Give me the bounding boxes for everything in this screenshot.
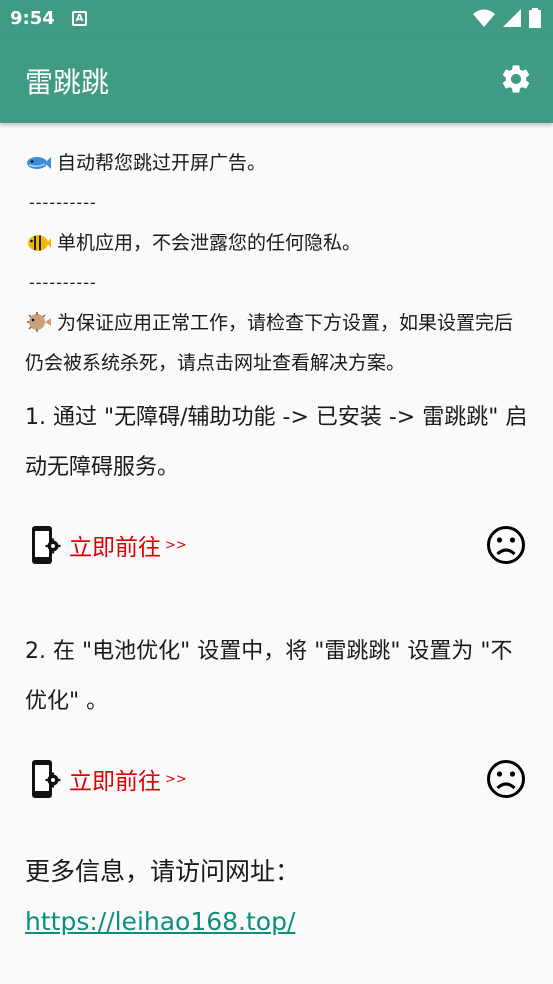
- step-1-text: 1. 通过 "无障碍/辅助功能 -> 已安装 -> 雷跳跳" 启动无障碍服务。: [25, 405, 528, 480]
- go-now-link-1[interactable]: 立即前往: [69, 528, 161, 562]
- step-2-text: 2. 在 "电池优化" 设置中，将 "雷跳跳" 设置为 "不优化" 。: [25, 639, 513, 714]
- status-time: 9:54: [10, 8, 55, 29]
- sad-face-icon: [487, 760, 525, 798]
- divider-2: ----------: [29, 273, 97, 292]
- app-title: 雷跳跳: [25, 66, 110, 99]
- signal-icon: [503, 9, 521, 27]
- intro-text-3: 为保证应用正常工作，请检查下方设置，如果设置完后仍会被系统杀死，请点击网址查看解…: [25, 312, 514, 374]
- wifi-icon: [473, 9, 495, 27]
- gear-icon[interactable]: [499, 62, 533, 96]
- intro-line-2: 单机应用，不会泄露您的任何隐私。: [25, 223, 530, 263]
- battery-icon: [529, 8, 541, 28]
- tropical-fish-icon: [28, 235, 51, 251]
- step-1-action-row[interactable]: 立即前往 >>: [25, 515, 530, 575]
- website-link[interactable]: https://leihao168.top/: [25, 897, 295, 947]
- step-2-action-row[interactable]: 立即前往 >>: [25, 749, 530, 809]
- go-arrow-2: >>: [165, 771, 187, 787]
- divider-1: ----------: [29, 193, 97, 212]
- status-bar: 9:54 A: [0, 0, 553, 38]
- intro-text-2: 单机应用，不会泄露您的任何隐私。: [57, 232, 362, 254]
- blowfish-icon: [27, 312, 51, 332]
- intro-line-1: 自动帮您跳过开屏广告。: [25, 143, 530, 183]
- phone-settings-icon: [32, 760, 61, 798]
- fish-icon: [27, 157, 51, 169]
- intro-line-3: 为保证应用正常工作，请检查下方设置，如果设置完后仍会被系统杀死，请点击网址查看解…: [25, 303, 530, 383]
- go-arrow-1: >>: [165, 537, 187, 553]
- phone-settings-icon: [32, 526, 61, 564]
- more-info-text: 更多信息，请访问网址：: [25, 857, 301, 886]
- notification-icon: A: [72, 11, 87, 26]
- go-now-link-2[interactable]: 立即前往: [69, 762, 161, 796]
- main-content: 自动帮您跳过开屏广告。 ---------- 单机应用，不会泄露您的任何隐私。 …: [25, 143, 530, 947]
- status-icons: [473, 8, 541, 28]
- intro-text-1: 自动帮您跳过开屏广告。: [57, 152, 267, 174]
- sad-face-icon: [487, 526, 525, 564]
- app-bar: 雷跳跳: [0, 38, 553, 123]
